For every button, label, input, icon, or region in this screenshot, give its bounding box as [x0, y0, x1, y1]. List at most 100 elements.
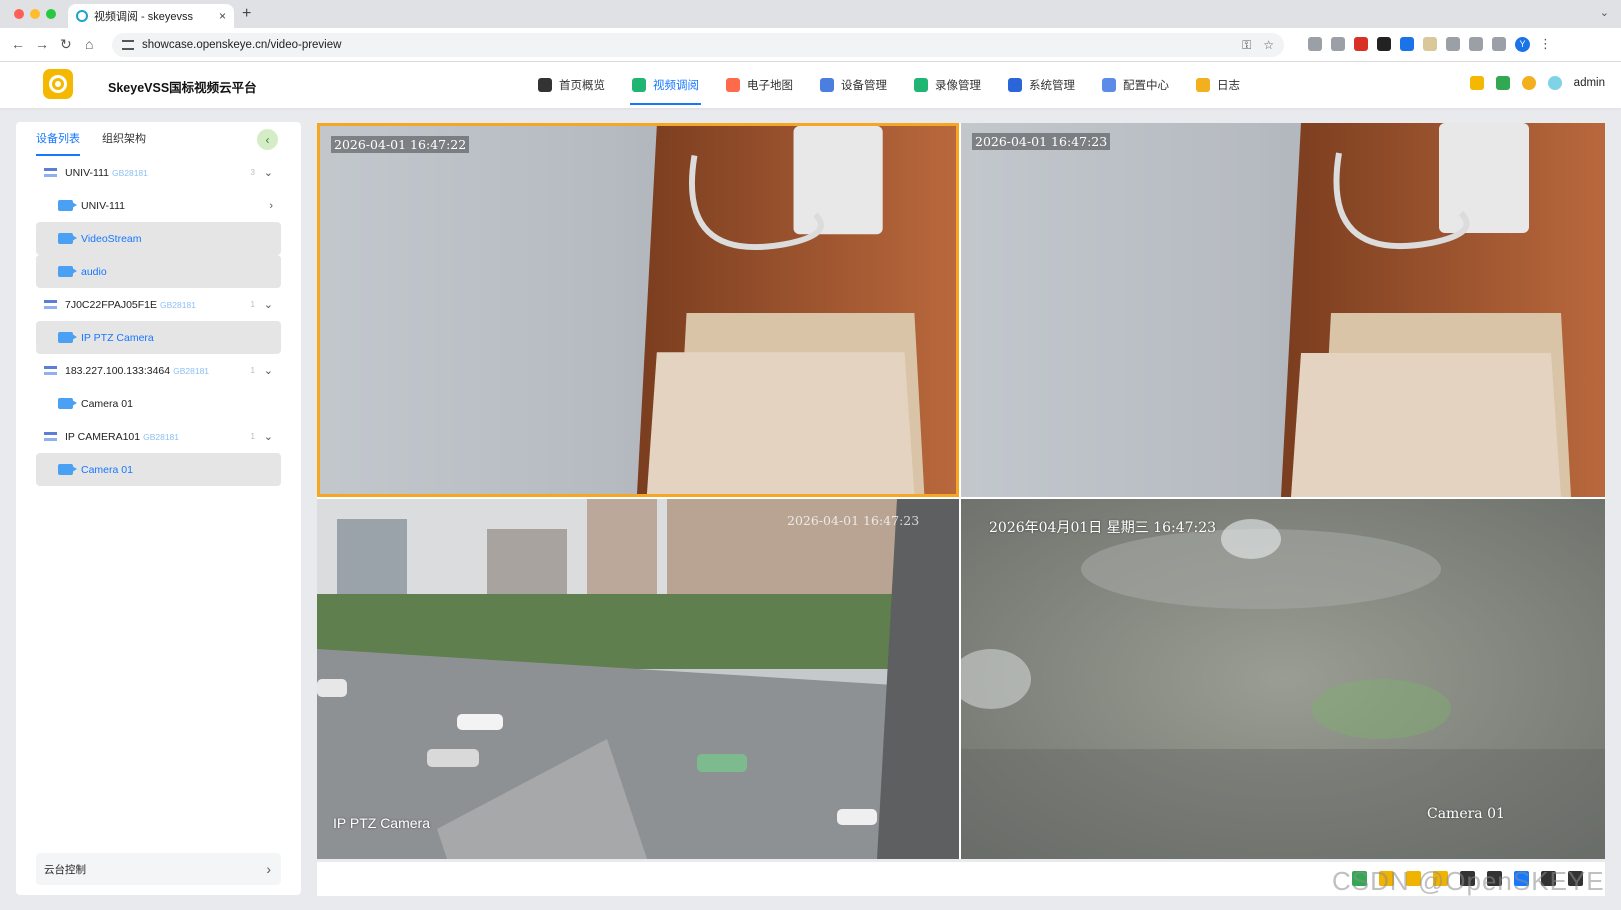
app-header: SkeyeVSS国标视频云平台 首页概览 视频调阅 电子地图 设备管理 录像管理 系统管理… [0, 62, 1621, 108]
extension-icon[interactable] [1423, 37, 1437, 51]
chevron-down-icon[interactable]: ⌄ [264, 364, 273, 377]
nav-item[interactable]: 系统管理 [998, 62, 1085, 108]
device-protocol: GB28181 [143, 431, 180, 442]
camera-extension-icon[interactable] [1308, 37, 1322, 51]
device-node[interactable]: IP CAMERA101 GB28181 1 ⌄ [36, 420, 281, 453]
camera-icon [58, 398, 77, 409]
video-cell-1[interactable]: 2026-04-01 16:47:22 [317, 123, 959, 497]
reading-list-icon[interactable] [1469, 37, 1483, 51]
channel-node[interactable]: VideoStream [36, 222, 281, 255]
video-grid: 2026-04-01 16:47:22 2026-04-01 16:47:23 [317, 123, 1605, 859]
device-channel-count: 1 [250, 366, 255, 375]
collapse-sidebar-button[interactable]: ‹ [257, 129, 278, 150]
home-icon [538, 78, 552, 92]
chevron-right-icon[interactable]: › [269, 200, 273, 212]
chevron-down-icon[interactable]: ⌄ [264, 166, 273, 179]
profile-avatar[interactable]: Y [1515, 36, 1530, 52]
fullscreen-icon[interactable] [1495, 76, 1510, 90]
home-icon[interactable]: ⌂ [85, 36, 93, 52]
video-icon [632, 78, 646, 92]
extension-icon[interactable] [1331, 37, 1345, 51]
channel-node[interactable]: Camera 01 [36, 453, 281, 486]
chevron-left-icon: ‹ [265, 132, 270, 147]
forward-arrow-icon[interactable]: → [35, 36, 49, 52]
device-tree: UNIV-111 GB28181 3 ⌄ UNIV-111 › VideoStream aud… [36, 156, 281, 486]
system-icon [1008, 78, 1022, 92]
ptz-control-label: 云台控制 [44, 863, 86, 876]
window-minimize-button[interactable] [30, 9, 40, 19]
video-timestamp: 2026-04-01 16:47:22 [331, 136, 470, 153]
config-icon [1102, 78, 1116, 92]
window-close-button[interactable] [14, 9, 24, 19]
log-icon [1196, 78, 1210, 92]
reload-icon[interactable]: ↻ [60, 36, 72, 53]
video-cell-4[interactable]: 2026年04月01日 星期三 16:47:23 Camera 01 [961, 499, 1605, 859]
channel-node[interactable]: UNIV-111 › [36, 189, 281, 222]
site-favicon-icon [76, 10, 88, 22]
device-channel-count: 1 [250, 432, 255, 441]
ptz-control-bar[interactable]: 云台控制 › [36, 853, 281, 885]
sidebar-tabs: 设备列表 组织架构 [36, 122, 146, 156]
nav-item[interactable]: 日志 [1186, 62, 1250, 108]
video-cell-3[interactable]: 2026-04-01 16:47:23 IP PTZ Camera [317, 499, 959, 859]
channel-name: VideoStream [81, 232, 142, 245]
nav-item[interactable]: 设备管理 [810, 62, 897, 108]
watermark: CSDN @OpenSKEYE [1332, 866, 1605, 896]
extension-icon[interactable] [1400, 37, 1414, 51]
settings-icon[interactable] [1521, 76, 1536, 90]
chevron-down-icon[interactable]: ⌄ [264, 430, 273, 443]
nav-item[interactable]: 视频调阅 [622, 62, 709, 108]
browser-tab[interactable]: 视频调阅 - skeyevss × [68, 4, 234, 28]
nav-item-label: 日志 [1217, 80, 1240, 92]
nav-item[interactable]: 配置中心 [1092, 62, 1179, 108]
device-node[interactable]: 183.227.100.133:3464 GB28181 1 ⌄ [36, 354, 281, 387]
channel-node[interactable]: audio [36, 255, 281, 288]
header-tools: admin [1469, 76, 1605, 90]
tab-search-chevron-icon[interactable]: ⌄ [1600, 6, 1609, 19]
address-bar[interactable]: showcase.openskeye.cn/video-preview ⚿ ☆ [112, 33, 1284, 57]
nav-item[interactable]: 录像管理 [904, 62, 991, 108]
camera-icon [58, 266, 77, 277]
recording-icon [914, 78, 928, 92]
device-protocol: GB28181 [160, 299, 196, 310]
extensions-bar: Y ⋮ [1308, 36, 1552, 52]
tab-close-icon[interactable]: × [219, 9, 226, 23]
nav-item[interactable]: 首页概览 [528, 62, 615, 108]
device-name: IP CAMERA101 [65, 430, 141, 443]
extension-icon[interactable] [1377, 37, 1391, 51]
nav-item[interactable]: 电子地图 [716, 62, 803, 108]
back-arrow-icon[interactable]: ← [11, 36, 25, 52]
browser-menu-icon[interactable]: ⋮ [1539, 36, 1552, 52]
video-timestamp: 2026年04月01日 星期三 16:47:23 [989, 520, 1217, 536]
password-key-icon[interactable]: ⚿ [1242, 38, 1251, 53]
site-settings-icon[interactable] [122, 40, 134, 50]
channel-name: Camera 01 [81, 397, 133, 410]
extension-badge-icon[interactable] [1354, 37, 1368, 51]
device-node[interactable]: UNIV-111 GB28181 3 ⌄ [36, 156, 281, 189]
user-avatar[interactable] [1547, 76, 1562, 90]
device-protocol: GB28181 [173, 365, 210, 376]
window-zoom-button[interactable] [46, 9, 56, 19]
camera-icon [58, 464, 77, 475]
main-nav: 首页概览 视频调阅 电子地图 设备管理 录像管理 系统管理 配置中心 日志 [528, 62, 1257, 108]
tab-organization[interactable]: 组织架构 [102, 122, 146, 156]
new-tab-button[interactable]: + [242, 5, 251, 23]
bookmarks-icon[interactable] [1492, 37, 1506, 51]
nav-item-label: 视频调阅 [653, 80, 699, 92]
username[interactable]: admin [1574, 77, 1605, 89]
channel-name: IP PTZ Camera [81, 331, 154, 344]
chevron-down-icon[interactable]: ⌄ [264, 298, 273, 311]
device-icon [44, 432, 57, 441]
bookmark-star-icon[interactable]: ☆ [1263, 38, 1274, 53]
video-cell-2[interactable]: 2026-04-01 16:47:23 [961, 123, 1605, 497]
camera-icon [58, 200, 77, 211]
video-timestamp: 2026-04-01 16:47:23 [972, 133, 1111, 150]
device-node[interactable]: 7J0C22FPAJ05F1E GB28181 1 ⌄ [36, 288, 281, 321]
tab-device-list[interactable]: 设备列表 [36, 122, 80, 156]
notification-icon[interactable] [1469, 76, 1484, 90]
channel-node[interactable]: IP PTZ Camera [36, 321, 281, 354]
device-name: UNIV-111 [65, 166, 109, 179]
channel-name: UNIV-111 [81, 199, 125, 212]
puzzle-extensions-icon[interactable] [1446, 37, 1460, 51]
channel-node[interactable]: Camera 01 [36, 387, 281, 420]
